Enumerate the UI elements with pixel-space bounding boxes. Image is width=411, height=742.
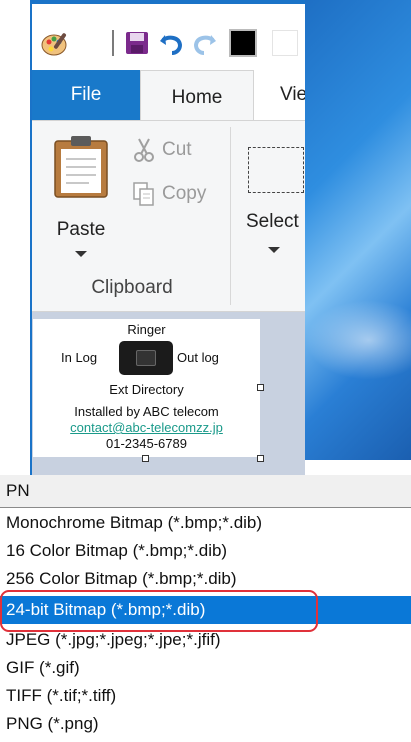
save-as-type-combo[interactable]: PN (0, 475, 411, 508)
paste-button[interactable]: Paste (46, 133, 116, 273)
canvas-image[interactable]: Ringer In Log Out log Ext Directory Inst… (33, 319, 260, 457)
quick-access-toolbar (32, 0, 305, 74)
resize-handle[interactable] (257, 455, 264, 462)
file-type-option[interactable]: 16 Color Bitmap (*.bmp;*.dib) (0, 537, 411, 565)
resize-handle[interactable] (257, 384, 264, 391)
copy-icon (133, 182, 154, 206)
clipboard-group-label: Clipboard (91, 277, 173, 298)
toolbar-separator (112, 30, 114, 56)
desktop-wallpaper (305, 0, 411, 460)
installed-by-label: Installed by ABC telecom (74, 404, 219, 419)
tab-view[interactable]: View (258, 70, 305, 120)
ringer-label: Ringer (127, 322, 166, 337)
clipboard-icon (54, 136, 108, 198)
dpad-icon (119, 341, 173, 375)
selection-icon (248, 147, 304, 193)
file-type-option[interactable]: PNG (*.png) (0, 710, 411, 738)
redo-icon[interactable] (188, 26, 222, 60)
tab-home[interactable]: Home (140, 70, 254, 124)
file-type-option[interactable]: GIF (*.gif) (0, 654, 411, 682)
cut-button[interactable]: Cut (132, 135, 192, 165)
out-log-label: Out log (177, 350, 219, 365)
copy-label: Copy (162, 183, 207, 204)
select-label: Select (246, 211, 299, 232)
wallpaper-highlight (305, 300, 411, 380)
paste-label: Paste (56, 219, 106, 240)
file-type-option[interactable]: Monochrome Bitmap (*.bmp;*.dib) (0, 509, 411, 537)
scissors-icon (134, 138, 154, 162)
tab-file[interactable]: File (32, 70, 140, 120)
black-color-icon[interactable] (226, 26, 260, 60)
key-row: In Log Out log (33, 340, 260, 376)
annotation-highlight (0, 590, 318, 632)
chevron-down-icon (75, 251, 87, 257)
ribbon-home: Paste Cut Copy Clipboard Select (32, 120, 305, 312)
phone-label: 01-2345-6789 (106, 436, 187, 451)
resize-handle[interactable] (142, 455, 149, 462)
chevron-down-icon (268, 247, 280, 253)
in-log-label: In Log (61, 350, 98, 365)
save-icon[interactable] (120, 26, 154, 60)
undo-icon[interactable] (154, 26, 188, 60)
select-button[interactable]: Select (242, 129, 305, 269)
file-type-option[interactable]: TIFF (*.tif;*.tiff) (0, 682, 411, 710)
white-color-icon[interactable] (268, 26, 302, 60)
left-margin (0, 0, 32, 475)
ext-directory-label: Ext Directory (109, 382, 184, 397)
group-separator (230, 127, 231, 305)
copy-button[interactable]: Copy (132, 179, 206, 209)
combo-value: PN (6, 481, 30, 500)
email-link: contact@abc-telecomzz.jp (70, 420, 223, 435)
cut-label: Cut (162, 139, 192, 160)
ribbon-tabs: File Home View (32, 70, 305, 124)
file-type-option[interactable]: 256 Color Bitmap (*.bmp;*.dib) (0, 565, 411, 593)
paint-app-icon[interactable] (38, 26, 72, 60)
